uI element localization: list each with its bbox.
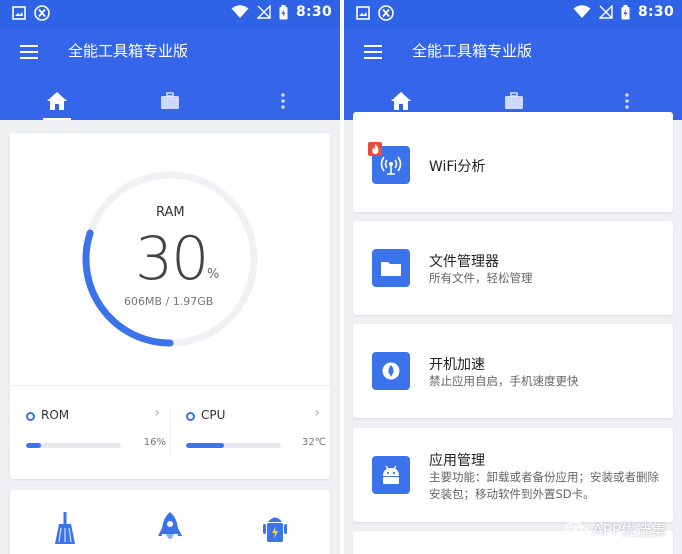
- feature-title: WiFi分析: [429, 159, 486, 175]
- cpu-progress-fill: [186, 443, 224, 448]
- tab-home[interactable]: [388, 88, 414, 114]
- chevron-right-icon: ›: [154, 405, 160, 421]
- hot-badge: [368, 142, 382, 156]
- feature-title: 开机加速: [429, 357, 485, 373]
- app-bar: 全能工具箱专业版: [0, 28, 340, 120]
- phone-screen-home: 8:30 全能工具箱专业版 RAM 30 % 606MB / 1.97GB RO…: [0, 0, 340, 554]
- feature-card-wifi[interactable]: WiFi分析: [353, 112, 673, 212]
- tab-home[interactable]: [44, 88, 70, 114]
- clock: 8:30: [637, 4, 674, 20]
- rom-progress-track: [26, 443, 121, 448]
- feature-card-file-manager[interactable]: 文件管理器 所有文件，轻松管理: [353, 221, 673, 315]
- more-vertical-icon: [625, 93, 629, 109]
- x-app-notification-icon: [378, 5, 394, 21]
- cpu-temperature: 32℃: [302, 437, 326, 448]
- rocket-icon: [158, 512, 182, 539]
- flame-icon: [371, 144, 379, 154]
- feature-description: 禁止应用自启，手机速度更快: [429, 374, 579, 388]
- android-battery-icon: [263, 517, 287, 542]
- chevron-right-icon: ›: [314, 405, 320, 421]
- no-signal-icon: [256, 5, 271, 19]
- folder-icon: [381, 262, 401, 276]
- image-notification-icon: [356, 6, 370, 20]
- watermark-text: APP优选集: [592, 521, 666, 539]
- tab-tools[interactable]: [501, 88, 527, 114]
- phone-screen-tools: 8:30 全能工具箱专业版 WiFi分析 文件管理器 所有文件，轻松管理 开机加…: [344, 0, 682, 554]
- home-icon: [47, 92, 67, 110]
- wifi-icon: [573, 5, 591, 18]
- active-tab-indicator: [43, 118, 71, 120]
- clock: 8:30: [295, 4, 332, 20]
- rom-progress-fill: [26, 443, 42, 448]
- feature-title: 文件管理器: [429, 254, 499, 270]
- feature-description: 所有文件，轻松管理: [429, 271, 533, 285]
- ram-card[interactable]: RAM 30 % 606MB / 1.97GB ROM › 16% CPU › …: [10, 133, 330, 479]
- app-bar: 全能工具箱专业版: [344, 28, 682, 120]
- wifi-analyzer-tile: [368, 142, 410, 184]
- hamburger-menu-icon[interactable]: [364, 44, 384, 60]
- tab-more[interactable]: [270, 88, 296, 114]
- app-title: 全能工具箱专业版: [412, 42, 533, 60]
- more-vertical-icon: [281, 93, 285, 109]
- status-bar: 8:30: [344, 0, 682, 28]
- divider-vertical: [170, 405, 171, 457]
- x-app-notification-icon: [34, 5, 50, 21]
- feature-card-app-manager[interactable]: 应用管理 主要功能：卸载或者备份应用；安装或者删除安装包；移动软件到外置SD卡。: [353, 428, 673, 522]
- rom-value: 16%: [143, 437, 166, 448]
- cpu-label: CPU: [201, 408, 226, 422]
- battery-charging-icon: [279, 4, 288, 19]
- ram-percent-value: 30: [135, 224, 209, 294]
- hamburger-menu-icon[interactable]: [20, 44, 40, 60]
- wechat-icon: [564, 520, 588, 538]
- briefcase-icon: [505, 92, 523, 109]
- broom-icon: [55, 512, 75, 544]
- tab-more[interactable]: [614, 88, 640, 114]
- wifi-analyzer-icon: [380, 156, 402, 175]
- rom-dot-icon: [26, 412, 35, 421]
- battery-charging-icon: [621, 4, 630, 19]
- image-notification-icon: [12, 6, 26, 20]
- watermark: APP优选集: [564, 519, 666, 540]
- feature-description: 主要功能：卸载或者备份应用；安装或者删除安装包；移动软件到外置SD卡。: [429, 470, 659, 501]
- boot-speed-tile: [372, 352, 410, 390]
- divider: [10, 385, 330, 386]
- ram-usage-detail: 606MB / 1.97GB: [124, 295, 214, 308]
- android-icon: [383, 465, 399, 484]
- feature-card-boot-speed[interactable]: 开机加速 禁止应用自启，手机速度更快: [353, 324, 673, 418]
- tab-bar: [0, 80, 340, 120]
- rom-label: ROM: [41, 408, 70, 422]
- boost-tool[interactable]: [155, 510, 185, 546]
- boot-speed-icon: [382, 362, 400, 380]
- cpu-dot-icon: [186, 412, 195, 421]
- cpu-stat[interactable]: CPU › 32℃: [186, 405, 326, 455]
- app-title: 全能工具箱专业版: [68, 42, 189, 60]
- home-icon: [391, 92, 411, 110]
- feature-title: 应用管理: [429, 453, 485, 469]
- ram-label: RAM: [156, 205, 185, 220]
- rom-stat[interactable]: ROM › 16%: [26, 405, 166, 455]
- cpu-progress-track: [186, 443, 281, 448]
- app-manager-tile: [372, 456, 410, 494]
- status-bar: 8:30: [0, 0, 340, 28]
- ram-percent-unit: %: [207, 267, 220, 282]
- tab-tools[interactable]: [157, 88, 183, 114]
- wifi-icon: [231, 5, 249, 18]
- battery-tool[interactable]: [260, 510, 290, 546]
- briefcase-icon: [161, 92, 179, 109]
- no-signal-icon: [598, 5, 613, 19]
- cleaner-tool[interactable]: [50, 510, 80, 546]
- quick-tools-card: [10, 490, 330, 554]
- file-manager-tile: [372, 249, 410, 287]
